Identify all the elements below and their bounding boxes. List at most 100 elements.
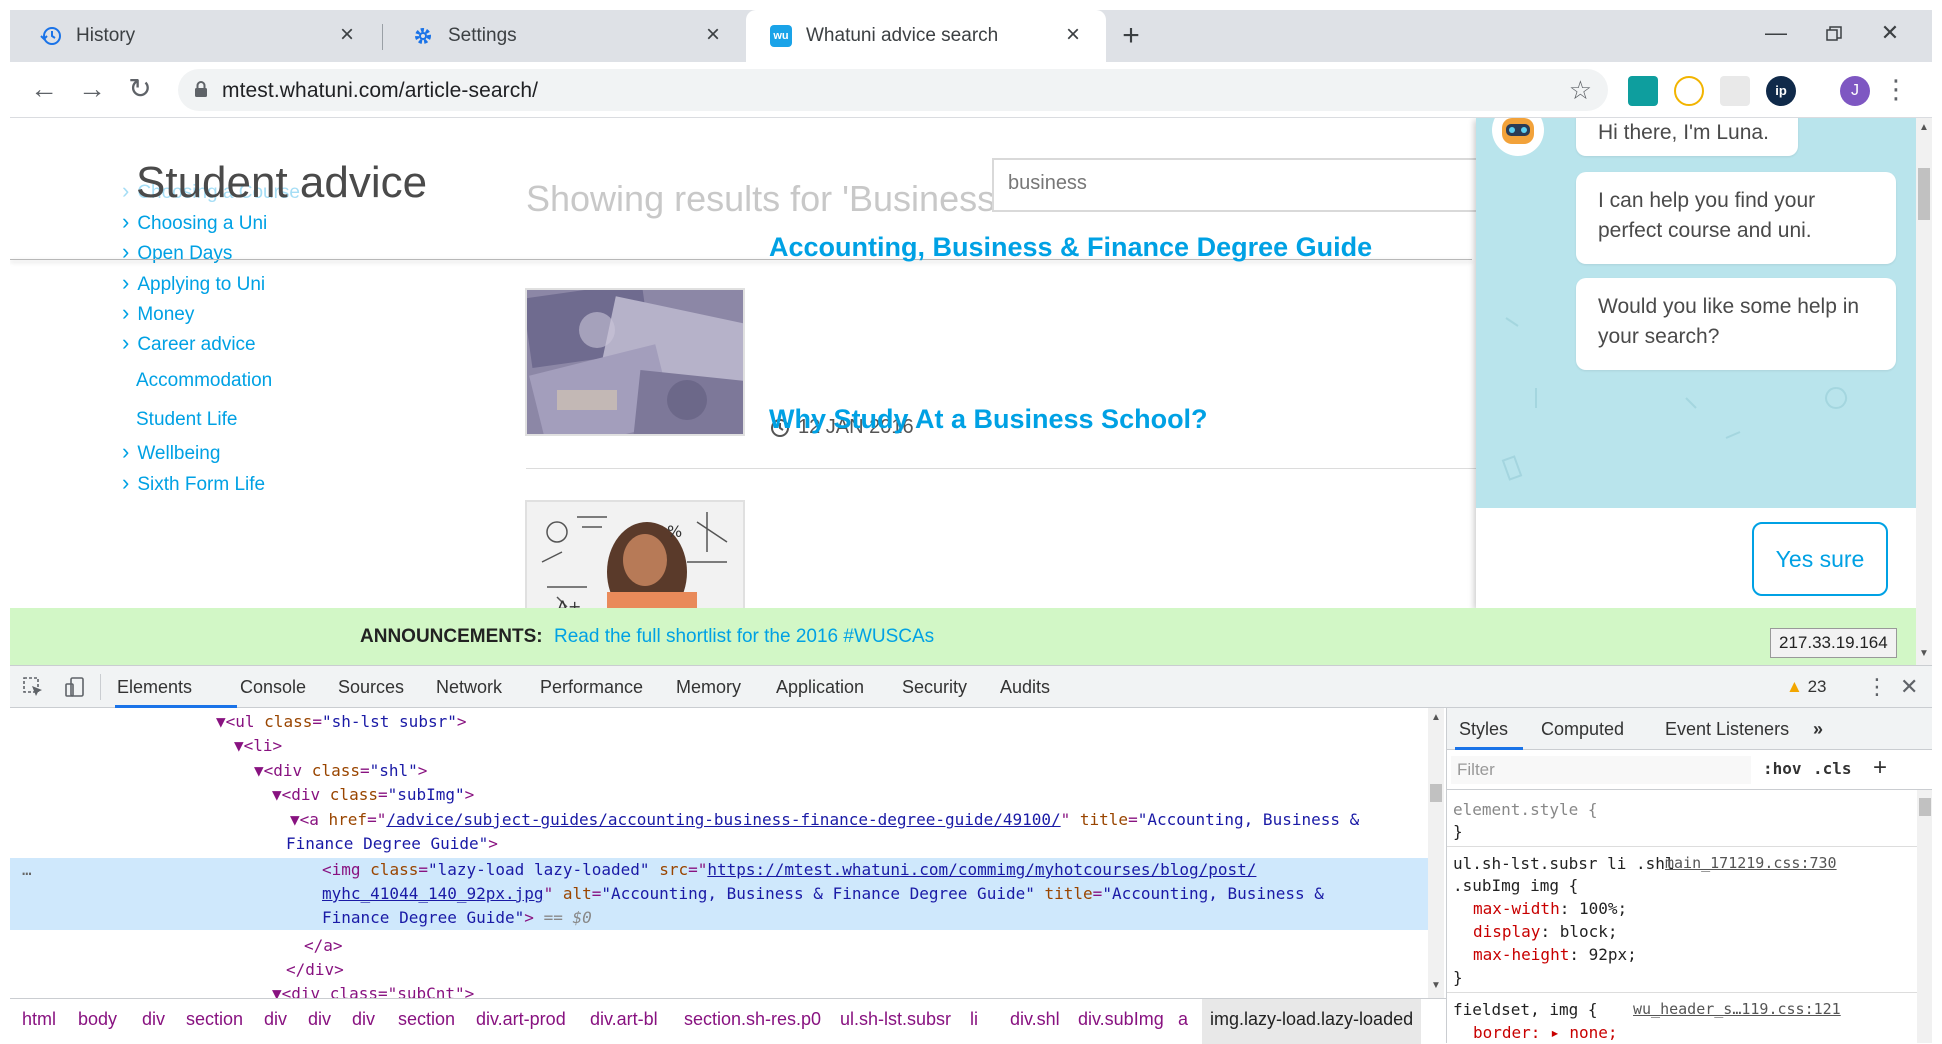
scroll-down-icon[interactable]: ▼ — [1919, 648, 1929, 659]
yes-sure-button[interactable]: Yes sure — [1752, 522, 1888, 596]
article-thumbnail[interactable]: % A+ — [525, 500, 745, 620]
restore-icon[interactable] — [1814, 20, 1854, 52]
article-title-link[interactable]: Why Study At a Business School? — [769, 404, 1208, 435]
styles-scrollbar[interactable] — [1917, 790, 1932, 1043]
dom-node-a[interactable]: ▼<a href="/advice/subject-guides/account… — [290, 808, 1359, 832]
close-tab-icon[interactable]: × — [336, 23, 358, 47]
sidebar-item-choosing-uni[interactable]: Choosing a Uni — [122, 209, 267, 235]
crumb[interactable]: div.art-bl — [590, 1009, 658, 1030]
search-input[interactable]: business — [992, 158, 1512, 212]
tab-performance[interactable]: Performance — [540, 677, 643, 698]
scrollbar-thumb[interactable] — [1918, 168, 1930, 220]
crumb[interactable]: a — [1178, 1009, 1188, 1030]
element-style-rule[interactable]: element.style { — [1453, 798, 1598, 821]
bookmark-star-icon[interactable]: ☆ — [1569, 75, 1592, 106]
add-rule-icon[interactable]: + — [1873, 754, 1887, 782]
scroll-down-icon[interactable]: ▼ — [1431, 980, 1441, 991]
sidebar-item-open-days[interactable]: Open Days — [122, 239, 232, 265]
crumb[interactable]: div.subImg — [1078, 1009, 1164, 1030]
page-scrollbar[interactable]: ▲ ▼ — [1916, 118, 1932, 665]
tab-memory[interactable]: Memory — [676, 677, 741, 698]
tab-whatuni[interactable]: wu Whatuni advice search × — [746, 10, 1106, 62]
crumb[interactable]: li — [970, 1009, 978, 1030]
crumb[interactable]: div — [264, 1009, 287, 1030]
more-tabs-icon[interactable]: » — [1813, 719, 1823, 740]
sidebar-item-accommodation[interactable]: Accommodation — [136, 370, 272, 392]
hov-toggle[interactable]: :hov — [1763, 759, 1802, 778]
crumb[interactable]: section.sh-res.p0 — [684, 1009, 821, 1030]
tab-console[interactable]: Console — [240, 677, 306, 698]
sidebar-item-sixth-form[interactable]: Sixth Form Life — [122, 470, 265, 496]
crumb[interactable]: body — [78, 1009, 117, 1030]
announcement-link[interactable]: Read the full shortlist for the 2016 #WU… — [554, 626, 934, 648]
warnings-counter[interactable]: ▲ 23 — [1786, 677, 1826, 697]
sidebar-item-career-advice[interactable]: Career advice — [122, 330, 255, 356]
close-devtools-icon[interactable]: ✕ — [1900, 674, 1918, 700]
inspect-element-icon[interactable] — [22, 676, 44, 698]
tab-application[interactable]: Application — [776, 677, 864, 698]
avatar[interactable]: J — [1840, 76, 1870, 106]
ip-extension-icon[interactable]: ip — [1766, 76, 1796, 106]
crumb[interactable]: div.shl — [1010, 1009, 1060, 1030]
css-property[interactable]: display: block; — [1473, 920, 1618, 943]
close-tab-icon[interactable]: × — [702, 23, 724, 47]
src-link[interactable]: myhc_41044_140_92px.jpg — [322, 884, 544, 903]
menu-kebab-icon[interactable]: ⋮ — [1880, 74, 1912, 106]
tab-history[interactable]: History × — [10, 10, 380, 62]
css-property[interactable]: max-height: 92px; — [1473, 943, 1637, 966]
node-actions-icon[interactable]: … — [22, 858, 32, 882]
crumb[interactable]: section — [398, 1009, 455, 1030]
sidebar-item-student-life[interactable]: Student Life — [136, 409, 237, 431]
scrollbar-thumb[interactable] — [1430, 784, 1442, 802]
extension-icon[interactable] — [1628, 76, 1658, 106]
tab-network[interactable]: Network — [436, 677, 502, 698]
article-title-link[interactable]: Accounting, Business & Finance Degree Gu… — [769, 232, 1372, 263]
crumb[interactable]: ul.sh-lst.subsr — [840, 1009, 951, 1030]
dom-node-img[interactable]: <img class="lazy-load lazy-loaded" src="… — [322, 858, 1256, 882]
extension-icon[interactable] — [1720, 76, 1750, 106]
sidebar-item-wellbeing[interactable]: Wellbeing — [122, 439, 220, 465]
rule-source-link[interactable]: wu_header_s…119.css:121 — [1633, 1000, 1841, 1018]
src-link[interactable]: https://mtest.whatuni.com/commimg/myhotc… — [707, 860, 1256, 879]
tab-elements[interactable]: Elements — [117, 677, 192, 698]
back-icon[interactable]: ← — [28, 74, 60, 106]
forward-icon[interactable]: → — [76, 74, 108, 106]
reload-icon[interactable]: ↻ — [124, 74, 156, 106]
article-thumbnail[interactable] — [525, 288, 745, 436]
close-window-icon[interactable]: ✕ — [1870, 20, 1910, 52]
tab-event-listeners[interactable]: Event Listeners — [1665, 719, 1789, 740]
sidebar-item-money[interactable]: Money — [122, 300, 194, 326]
dom-node-div-shl[interactable]: ▼<div class="shl"> — [254, 759, 427, 783]
dom-node-div-subcnt[interactable]: ▼<div class="subCnt"> — [272, 982, 474, 998]
href-link[interactable]: /advice/subject-guides/accounting-busine… — [386, 810, 1060, 829]
crumb[interactable]: div — [142, 1009, 165, 1030]
sidebar-item-applying[interactable]: Applying to Uni — [122, 270, 265, 296]
crumb[interactable]: div — [308, 1009, 331, 1030]
dom-node-li[interactable]: ▼<li> — [234, 734, 282, 758]
rule-source-link[interactable]: main_171219.css:730 — [1665, 854, 1837, 872]
devtools-menu-icon[interactable]: ⋮ — [1866, 674, 1888, 700]
dom-scrollbar[interactable]: ▲ ▼ — [1428, 708, 1444, 998]
tab-security[interactable]: Security — [902, 677, 967, 698]
rule-selector[interactable]: fieldset, img { — [1453, 998, 1598, 1021]
extension-icon[interactable] — [1674, 76, 1704, 106]
tab-computed[interactable]: Computed — [1541, 719, 1624, 740]
css-property[interactable]: max-width: 100%; — [1473, 897, 1627, 920]
crumb[interactable]: section — [186, 1009, 243, 1030]
scroll-up-icon[interactable]: ▲ — [1431, 712, 1441, 723]
address-bar[interactable]: mtest.whatuni.com/article-search/ ☆ — [178, 69, 1608, 111]
cls-toggle[interactable]: .cls — [1813, 759, 1852, 778]
scroll-up-icon[interactable]: ▲ — [1919, 122, 1929, 133]
device-toolbar-icon[interactable] — [64, 676, 86, 698]
dom-close-a[interactable]: </a> — [304, 934, 343, 958]
crumb[interactable]: div — [352, 1009, 375, 1030]
crumb[interactable]: div.art-prod — [476, 1009, 566, 1030]
dom-node-div-subimg[interactable]: ▼<div class="subImg"> — [272, 783, 474, 807]
filter-input[interactable]: Filter — [1451, 756, 1751, 784]
scrollbar-thumb[interactable] — [1919, 798, 1931, 816]
tab-styles[interactable]: Styles — [1459, 719, 1508, 740]
tab-sources[interactable]: Sources — [338, 677, 404, 698]
minimize-icon[interactable]: — — [1756, 20, 1796, 52]
dom-close-div[interactable]: </div> — [286, 958, 344, 982]
dom-node-ul[interactable]: ▼<ul class="sh-lst subsr"> — [216, 710, 466, 734]
